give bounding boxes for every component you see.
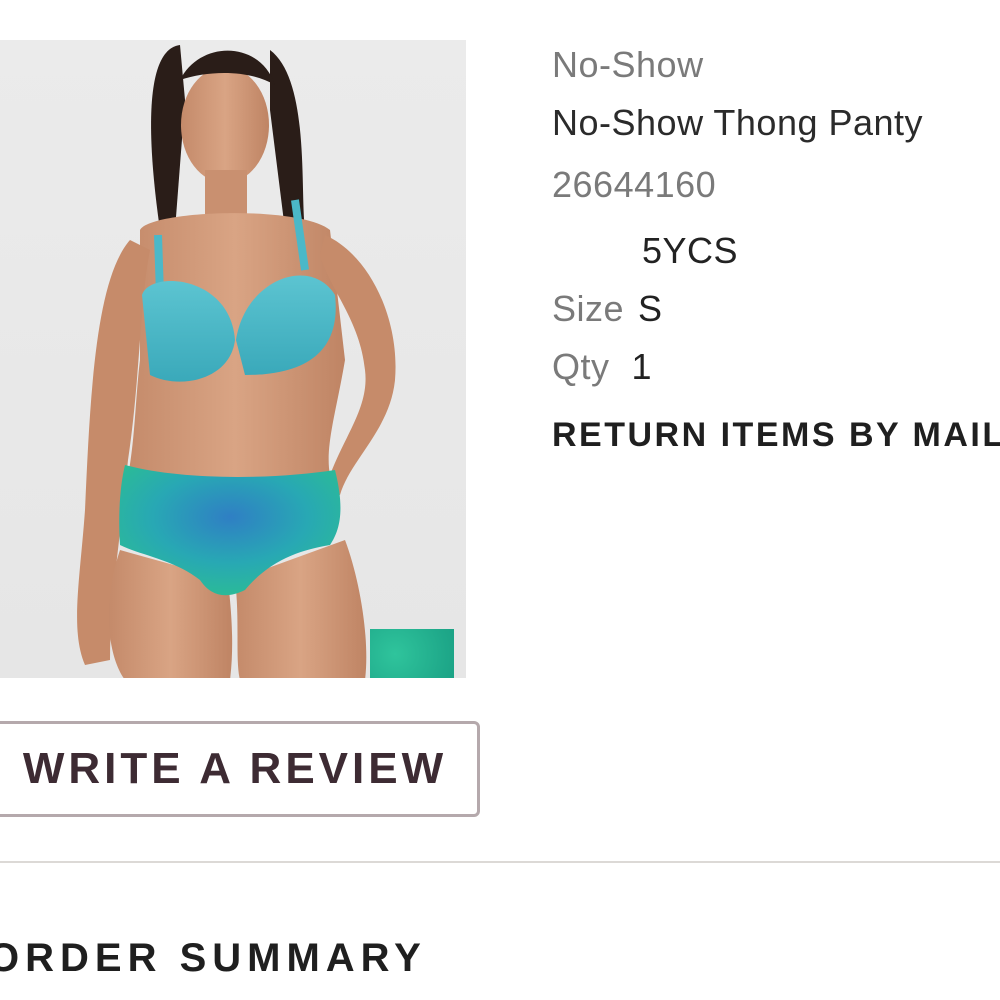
product-subcategory: No-Show — [552, 44, 704, 85]
write-review-button[interactable]: WRITE A REVIEW — [0, 721, 480, 817]
size-row: Size S — [552, 288, 663, 330]
qty-row: Qty 1 — [552, 346, 652, 388]
order-summary-heading: ORDER SUMMARY — [0, 936, 427, 980]
model-photo — [77, 45, 396, 678]
size-label: Size — [552, 288, 625, 329]
product-image[interactable] — [0, 40, 466, 678]
return-items-by-mail-link[interactable]: RETURN ITEMS BY MAIL — [552, 416, 1000, 455]
product-name[interactable]: No-Show Thong Panty — [552, 102, 923, 144]
product-sku: 26644160 — [552, 164, 717, 205]
order-item-page: No-Show No-Show Thong Panty 26644160 5YC… — [0, 0, 1000, 1000]
color-swatch[interactable] — [370, 629, 454, 678]
qty-value: 1 — [631, 346, 653, 387]
product-color-code: 5YCS — [642, 230, 739, 271]
qty-label: Qty — [552, 346, 610, 387]
section-divider — [0, 861, 1000, 863]
size-value: S — [638, 288, 663, 329]
